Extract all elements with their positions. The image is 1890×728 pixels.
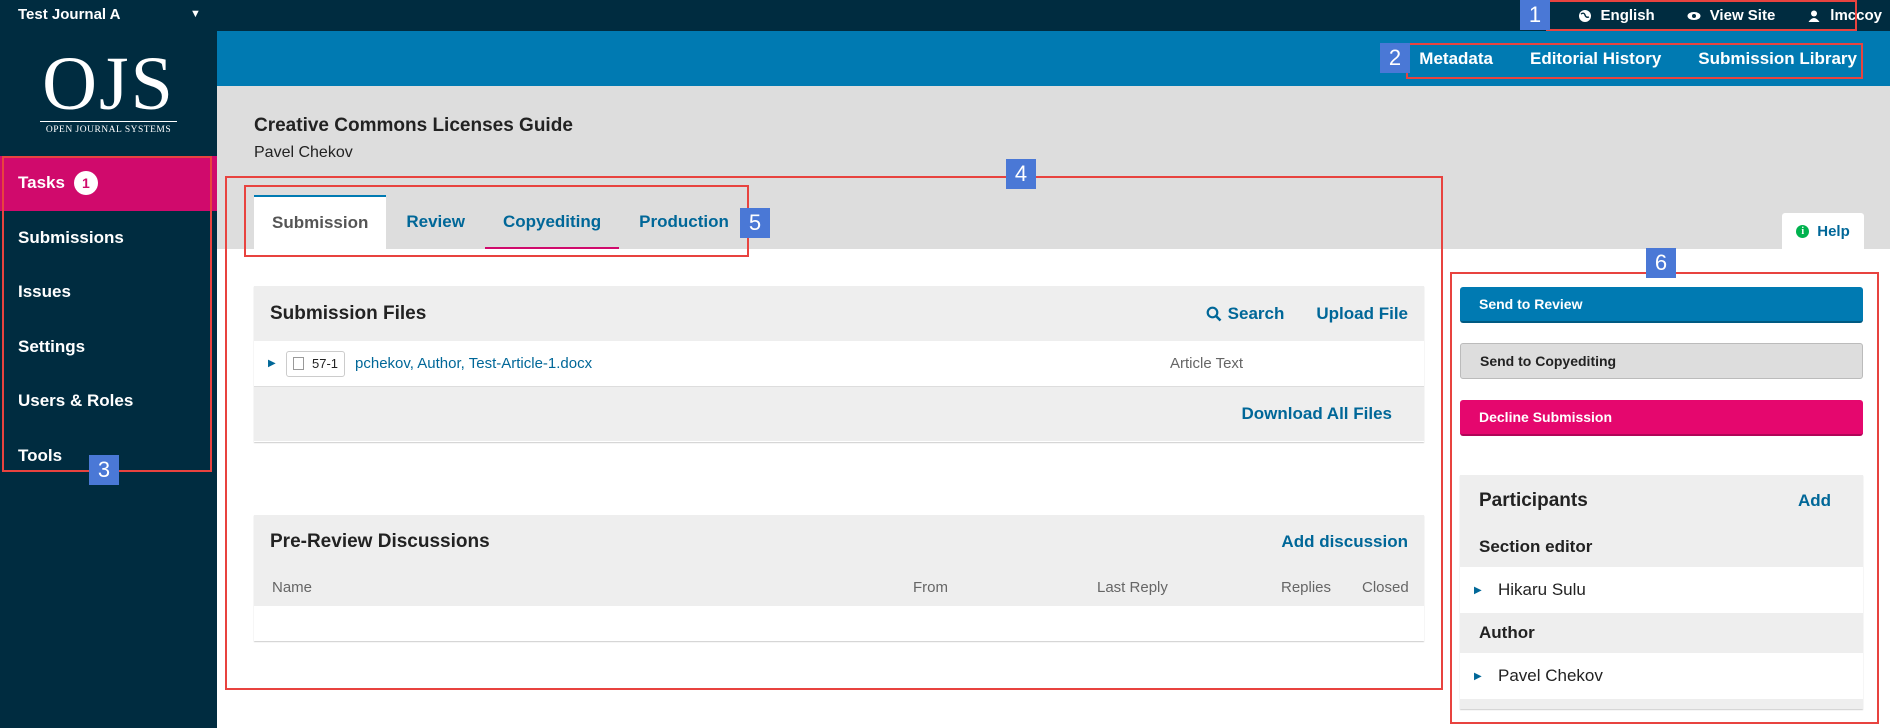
annotation-number-4: 4 bbox=[1006, 159, 1036, 189]
help-label: Help bbox=[1817, 222, 1850, 240]
help-button[interactable]: i Help bbox=[1782, 213, 1864, 249]
annotation-number-2: 2 bbox=[1380, 43, 1410, 73]
submission-author: Pavel Chekov bbox=[254, 144, 353, 161]
logo-subtitle: OPEN JOURNAL SYSTEMS bbox=[45, 125, 172, 135]
annotation-box-2 bbox=[1406, 43, 1863, 79]
page-title: Creative Commons Licenses Guide bbox=[254, 115, 573, 136]
annotation-box-3 bbox=[2, 156, 212, 472]
annotation-box-1 bbox=[1546, 0, 1857, 31]
annotation-number-5: 5 bbox=[740, 208, 770, 238]
journal-switcher[interactable]: Test Journal A bbox=[18, 6, 121, 23]
info-icon: i bbox=[1796, 224, 1810, 238]
caret-down-icon[interactable]: ▼ bbox=[190, 8, 201, 20]
logo-text: OJS bbox=[42, 42, 175, 126]
annotation-box-5 bbox=[244, 185, 749, 257]
ojs-logo[interactable]: OJS OPEN JOURNAL SYSTEMS bbox=[36, 42, 181, 135]
annotation-box-6 bbox=[1450, 272, 1879, 724]
annotation-number-6: 6 bbox=[1646, 248, 1676, 278]
annotation-number-1: 1 bbox=[1520, 0, 1550, 30]
annotation-number-3: 3 bbox=[89, 455, 119, 485]
